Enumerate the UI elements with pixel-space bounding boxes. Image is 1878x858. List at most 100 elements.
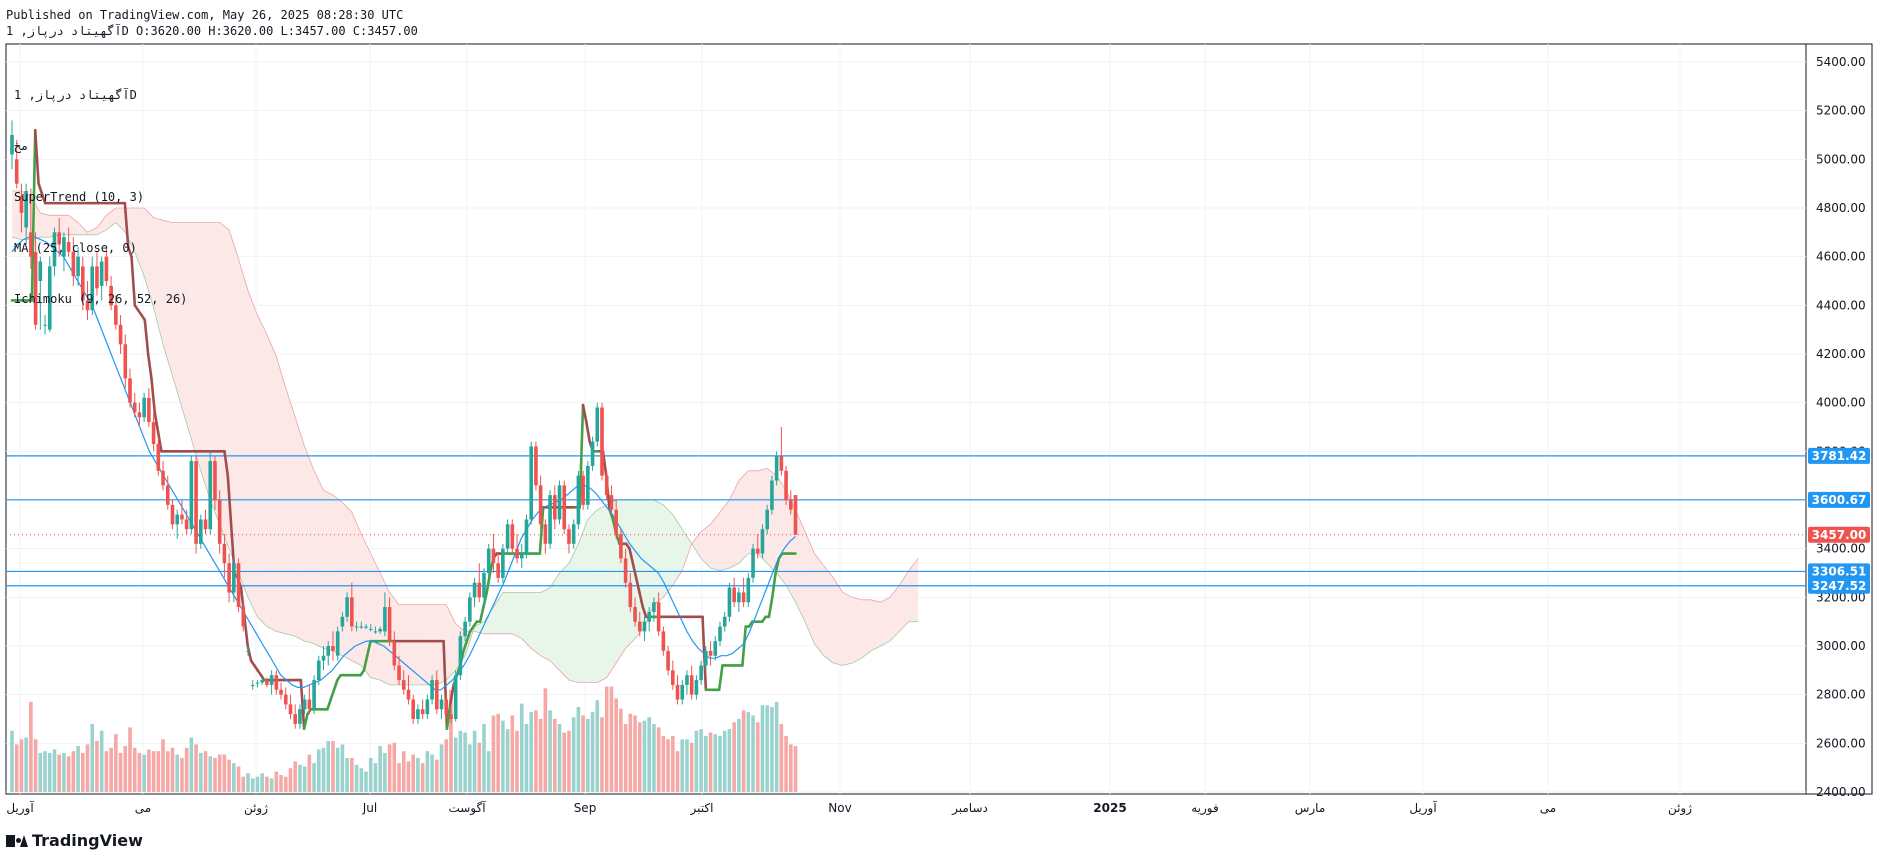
candle-body[interactable] <box>486 548 491 573</box>
legend-ichimoku[interactable]: Ichimoku (9, 26, 52, 26) <box>14 291 187 308</box>
candle-body[interactable] <box>425 699 430 715</box>
candle-body[interactable] <box>326 646 331 656</box>
candle-body[interactable] <box>652 602 656 612</box>
candle-body[interactable] <box>642 621 647 632</box>
candle-body[interactable] <box>614 509 618 535</box>
candle-body[interactable] <box>298 709 302 724</box>
candle-body[interactable] <box>722 616 727 627</box>
candle-body[interactable] <box>354 626 359 628</box>
candle-body[interactable] <box>538 485 543 525</box>
candle-body[interactable] <box>609 495 614 510</box>
candle-body[interactable] <box>534 446 538 486</box>
candle-body[interactable] <box>265 680 269 685</box>
candle-body[interactable] <box>699 665 703 681</box>
candle-body[interactable] <box>132 402 137 413</box>
candle-body[interactable] <box>217 500 222 544</box>
candle-body[interactable] <box>213 461 217 500</box>
candle-body[interactable] <box>199 519 203 544</box>
candle-body[interactable] <box>373 631 378 633</box>
candle-body[interactable] <box>557 485 562 520</box>
candle-body[interactable] <box>255 682 260 684</box>
candle-body[interactable] <box>180 514 184 520</box>
candle-body[interactable] <box>288 704 293 715</box>
candle-body[interactable] <box>732 587 736 603</box>
candle-body[interactable] <box>647 611 651 622</box>
candle-body[interactable] <box>147 397 151 423</box>
candle-body[interactable] <box>576 475 581 525</box>
candle-body[interactable] <box>142 397 146 418</box>
candle-body[interactable] <box>590 441 595 466</box>
candle-body[interactable] <box>633 607 637 622</box>
candle-body[interactable] <box>430 680 434 700</box>
candle-body[interactable] <box>595 407 600 442</box>
candle-body[interactable] <box>628 582 633 608</box>
candle-body[interactable] <box>685 675 689 685</box>
candle-body[interactable] <box>312 680 316 710</box>
candle-body[interactable] <box>675 684 680 700</box>
tradingview-logo[interactable]: TradingView <box>6 831 143 850</box>
candle-body[interactable] <box>661 631 666 651</box>
candle-body[interactable] <box>519 553 524 559</box>
candle-body[interactable] <box>482 573 486 598</box>
candle-body[interactable] <box>335 631 340 656</box>
candle-body[interactable] <box>184 519 189 530</box>
candle-body[interactable] <box>156 444 161 471</box>
candle-body[interactable] <box>619 534 623 559</box>
candle-body[interactable] <box>770 480 774 510</box>
candle-body[interactable] <box>774 456 779 481</box>
candle-body[interactable] <box>175 514 179 525</box>
candle-body[interactable] <box>689 675 694 695</box>
candle-body[interactable] <box>741 592 746 603</box>
legend-supertrend[interactable]: SuperTrend (10, 3) <box>14 189 187 206</box>
candle-body[interactable] <box>529 446 533 520</box>
candle-body[interactable] <box>260 680 264 683</box>
candle-body[interactable] <box>279 689 283 695</box>
candle-body[interactable] <box>600 407 604 476</box>
candle-body[interactable] <box>161 470 165 486</box>
candle-body[interactable] <box>656 602 661 632</box>
candle-body[interactable] <box>439 699 444 710</box>
candle-body[interactable] <box>496 563 500 578</box>
candle-body[interactable] <box>420 709 425 715</box>
candle-body[interactable] <box>321 655 326 661</box>
candle-body[interactable] <box>241 607 246 627</box>
candle-body[interactable] <box>368 628 373 630</box>
candle-body[interactable] <box>345 597 349 617</box>
candle-body[interactable] <box>765 509 769 530</box>
legend-symbol[interactable]: آگهیتاد درپاز, 1D <box>14 87 187 104</box>
candle-body[interactable] <box>751 548 755 578</box>
candle-body[interactable] <box>364 626 368 628</box>
candle-body[interactable] <box>562 485 567 530</box>
candle-body[interactable] <box>165 485 170 505</box>
candle-body[interactable] <box>137 412 142 418</box>
candle-body[interactable] <box>401 680 406 690</box>
candle-body[interactable] <box>411 699 415 719</box>
candle-body[interactable] <box>505 524 510 549</box>
candle-body[interactable] <box>586 465 590 505</box>
candle-body[interactable] <box>189 461 194 530</box>
candle-body[interactable] <box>468 597 472 622</box>
candle-body[interactable] <box>170 504 175 525</box>
candle-body[interactable] <box>477 582 482 598</box>
candle-body[interactable] <box>737 592 741 603</box>
candle-body[interactable] <box>302 699 307 710</box>
candle-body[interactable] <box>246 650 250 652</box>
candle-body[interactable] <box>222 543 227 564</box>
candle-body[interactable] <box>151 422 156 445</box>
candle-body[interactable] <box>227 563 231 593</box>
candle-body[interactable] <box>604 475 609 496</box>
candle-body[interactable] <box>793 495 798 535</box>
candle-body[interactable] <box>269 675 274 685</box>
candle-body[interactable] <box>784 470 788 500</box>
candle-body[interactable] <box>194 461 198 544</box>
candle-body[interactable] <box>491 548 496 564</box>
candle-body[interactable] <box>553 495 557 520</box>
candle-body[interactable] <box>472 582 477 598</box>
candle-body[interactable] <box>463 621 467 637</box>
candle-body[interactable] <box>680 684 685 700</box>
candle-body[interactable] <box>392 641 397 666</box>
candle-body[interactable] <box>760 529 765 554</box>
candle-body[interactable] <box>307 699 312 710</box>
candle-body[interactable] <box>383 607 387 632</box>
candle-body[interactable] <box>317 660 321 681</box>
